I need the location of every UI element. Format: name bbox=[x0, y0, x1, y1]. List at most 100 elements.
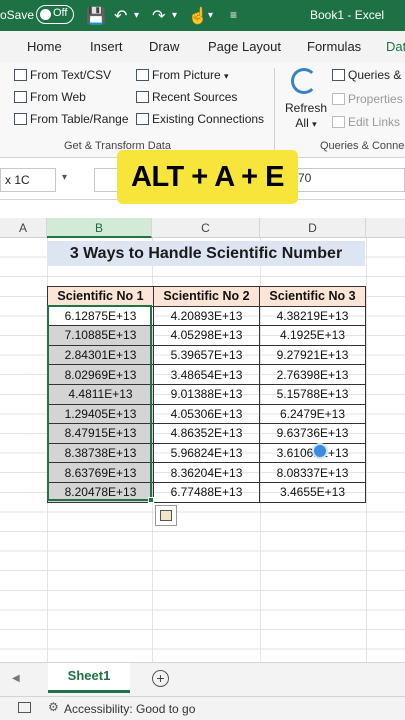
refresh-all-label: All bbox=[295, 116, 309, 130]
undo-icon[interactable]: ↶ bbox=[114, 6, 127, 26]
data-cell[interactable]: 8.63769E+13 bbox=[47, 462, 154, 483]
name-box[interactable]: x 1C bbox=[0, 168, 56, 192]
data-cell[interactable]: 8.20478E+13 bbox=[47, 481, 154, 503]
refresh-icon[interactable] bbox=[291, 68, 317, 94]
data-cell[interactable]: 8.47915E+13 bbox=[47, 423, 154, 444]
touch-dropdown-icon[interactable]: ▾ bbox=[208, 10, 213, 21]
touch-mode-icon[interactable]: ☝ bbox=[188, 6, 208, 26]
chevron-down-icon: ▾ bbox=[312, 119, 317, 129]
column-header-e[interactable] bbox=[366, 218, 405, 238]
data-cell[interactable]: 1.29405E+13 bbox=[47, 403, 154, 425]
table-row: 8.02969E+13 3.48654E+13 2.76398E+13 bbox=[47, 364, 366, 385]
data-cell[interactable]: 9.01388E+13 bbox=[153, 383, 260, 405]
table-row: 8.20478E+13 6.77488E+13 3.4655E+13 bbox=[47, 481, 366, 503]
table-title-cell[interactable]: 3 Ways to Handle Scientific Number bbox=[47, 241, 365, 266]
grid-column-line bbox=[366, 238, 367, 662]
data-cell[interactable]: 6.2479E+13 bbox=[259, 403, 366, 425]
header-cell[interactable]: Scientific No 3 bbox=[259, 286, 366, 307]
data-cell[interactable]: 5.15788E+13 bbox=[259, 383, 366, 405]
touch-cursor-icon bbox=[312, 443, 328, 459]
from-web-button[interactable]: From Web bbox=[14, 90, 86, 104]
tab-home[interactable]: Home bbox=[27, 39, 62, 54]
picture-icon bbox=[136, 69, 149, 81]
table-row: 7.10885E+13 4.05298E+13 4.1925E+13 bbox=[47, 325, 366, 346]
ribbon-tabs: Home Insert Draw Page Layout Formulas Da… bbox=[0, 31, 405, 62]
data-cell[interactable]: 4.05306E+13 bbox=[153, 403, 260, 425]
recent-sources-icon bbox=[136, 91, 149, 103]
data-table: Scientific No 1 Scientific No 2 Scientif… bbox=[47, 286, 366, 503]
save-icon[interactable]: 💾 bbox=[86, 6, 106, 26]
autosave-toggle[interactable]: Off bbox=[36, 5, 74, 24]
edit-links-icon bbox=[332, 116, 345, 128]
quick-analysis-icon bbox=[160, 510, 172, 521]
recent-sources-button[interactable]: Recent Sources bbox=[136, 90, 237, 104]
group-label-queries: Queries & Conne bbox=[320, 140, 405, 152]
data-cell[interactable]: 5.96824E+13 bbox=[153, 442, 260, 464]
header-cell[interactable]: Scientific No 2 bbox=[153, 286, 260, 307]
edit-links-button: Edit Links bbox=[332, 115, 400, 129]
redo-icon[interactable]: ↷ bbox=[152, 6, 165, 26]
title-bar: oSave Off 💾 ↶ ▾ ↷ ▾ ☝ ▾ ≡ Book1 - Excel bbox=[0, 0, 405, 31]
tab-draw[interactable]: Draw bbox=[149, 39, 179, 54]
from-table-range-label: From Table/Range bbox=[30, 112, 129, 126]
customize-toolbar-icon[interactable]: ≡ bbox=[230, 8, 237, 22]
data-cell[interactable]: 2.84301E+13 bbox=[47, 344, 154, 366]
chevron-down-icon: ▾ bbox=[224, 71, 229, 81]
table-row: 8.47915E+13 4.86352E+13 9.63736E+13 bbox=[47, 423, 366, 444]
data-cell[interactable]: 4.38219E+13 bbox=[259, 305, 366, 327]
column-header-c[interactable]: C bbox=[152, 218, 260, 238]
queries-connections-button[interactable]: Queries & C bbox=[332, 68, 405, 82]
refresh-all-button[interactable]: Refresh All ▾ bbox=[285, 101, 327, 132]
data-cell[interactable]: 8.02969E+13 bbox=[47, 364, 154, 385]
data-cell[interactable]: 7.10885E+13 bbox=[47, 325, 154, 346]
table-row: 1.29405E+13 4.05306E+13 6.2479E+13 bbox=[47, 403, 366, 425]
data-cell[interactable]: 3.4655E+13 bbox=[259, 481, 366, 503]
data-cell[interactable]: 2.76398E+13 bbox=[259, 364, 366, 385]
sheet-tab-sheet1[interactable]: Sheet1 bbox=[48, 663, 130, 693]
from-picture-button[interactable]: From Picture ▾ bbox=[136, 68, 229, 82]
column-header-a[interactable]: A bbox=[0, 218, 47, 238]
data-cell[interactable]: 6.12875E+13 bbox=[47, 305, 154, 327]
data-cell[interactable]: 8.36204E+13 bbox=[153, 462, 260, 483]
name-box-dropdown-icon[interactable]: ▾ bbox=[62, 172, 67, 183]
sheet-nav-left-icon[interactable]: ◀ bbox=[12, 673, 20, 684]
data-cell[interactable]: 8.08337E+13 bbox=[259, 462, 366, 483]
data-cell[interactable]: 5.39657E+13 bbox=[153, 344, 260, 366]
existing-connections-button[interactable]: Existing Connections bbox=[136, 112, 264, 126]
data-cell[interactable]: 4.05298E+13 bbox=[153, 325, 260, 346]
data-cell[interactable]: 9.27921E+13 bbox=[259, 344, 366, 366]
shortcut-overlay: ALT + A + E bbox=[117, 150, 298, 204]
from-text-csv-label: From Text/CSV bbox=[30, 68, 112, 82]
data-cell[interactable]: 9.63736E+13 bbox=[259, 423, 366, 444]
table-row: 2.84301E+13 5.39657E+13 9.27921E+13 bbox=[47, 344, 366, 366]
undo-dropdown-icon[interactable]: ▾ bbox=[134, 10, 139, 21]
column-header-b[interactable]: B bbox=[47, 218, 152, 238]
tab-page-layout[interactable]: Page Layout bbox=[208, 39, 281, 54]
tab-formulas[interactable]: Formulas bbox=[307, 39, 361, 54]
redo-dropdown-icon[interactable]: ▾ bbox=[172, 10, 177, 21]
accessibility-icon[interactable]: ⚙ bbox=[48, 700, 59, 714]
from-web-label: From Web bbox=[30, 90, 86, 104]
document-title: Book1 - Excel bbox=[310, 8, 385, 22]
tab-data[interactable]: Dat bbox=[386, 39, 405, 54]
header-cell[interactable]: Scientific No 1 bbox=[47, 286, 154, 307]
data-cell[interactable]: 8.38738E+13 bbox=[47, 442, 154, 464]
data-cell[interactable]: 6.77488E+13 bbox=[153, 481, 260, 503]
tab-insert[interactable]: Insert bbox=[90, 39, 123, 54]
accessibility-status[interactable]: Accessibility: Good to go bbox=[64, 702, 195, 716]
ribbon-divider bbox=[274, 68, 275, 154]
data-cell[interactable]: 4.20893E+13 bbox=[153, 305, 260, 327]
quick-analysis-button[interactable] bbox=[155, 505, 177, 526]
data-cell[interactable]: 3.48654E+13 bbox=[153, 364, 260, 385]
formula-value: 70 bbox=[298, 171, 312, 185]
from-table-range-button[interactable]: From Table/Range bbox=[14, 112, 129, 126]
data-cell[interactable]: 4.86352E+13 bbox=[153, 423, 260, 444]
from-text-csv-button[interactable]: From Text/CSV bbox=[14, 68, 111, 82]
column-header-d[interactable]: D bbox=[260, 218, 366, 238]
data-cell[interactable]: 4.4811E+13 bbox=[47, 383, 154, 405]
ribbon: From Text/CSV From Web From Table/Range … bbox=[0, 62, 405, 158]
fill-handle[interactable] bbox=[148, 497, 154, 503]
toggle-state-label: Off bbox=[53, 7, 68, 19]
add-sheet-button[interactable]: + bbox=[152, 670, 169, 687]
data-cell[interactable]: 4.1925E+13 bbox=[259, 325, 366, 346]
